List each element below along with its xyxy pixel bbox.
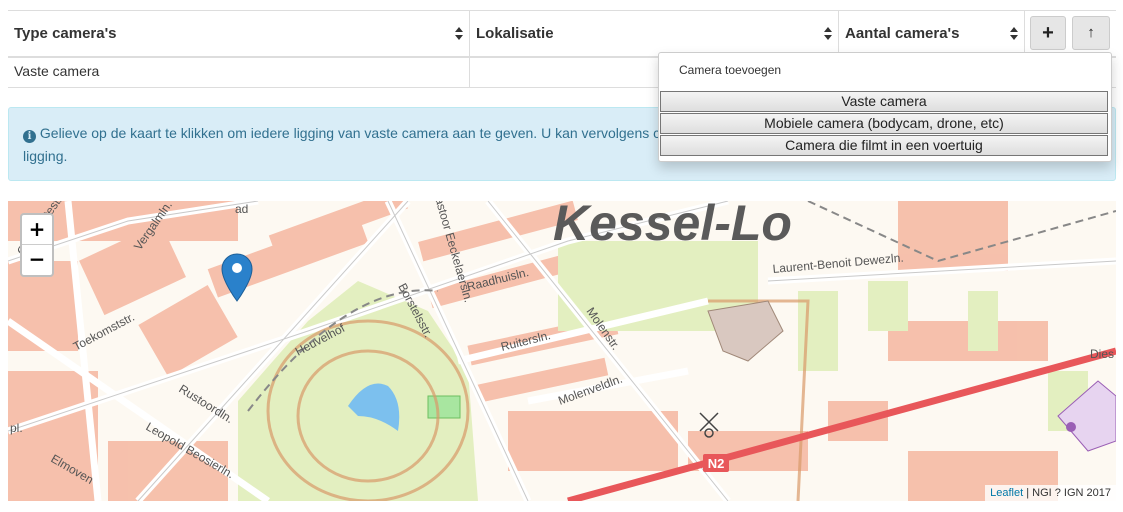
column-header-aantal[interactable]: Aantal camera's [838,11,1024,56]
column-header-label: Aantal camera's [845,25,960,42]
dropdown-header: Camera toevoegen [679,63,782,77]
column-header-type[interactable]: Type camera's [8,11,469,56]
leaflet-link[interactable]: Leaflet [990,487,1023,499]
street-label: pl. [10,421,23,435]
alert-text: Gelieve op de kaart te klikken om iedere… [39,125,661,141]
column-header-actions: + ↑ [1024,11,1116,56]
menu-item-mobiele-camera[interactable]: Mobiele camera (bodycam, drone, etc) [660,113,1108,134]
info-circle-icon: i [23,130,36,143]
map-tiles[interactable]: Heuvelhof Borstelsstr. Pastoor Eeckelaer… [8,201,1116,501]
zoom-in-button[interactable]: + [22,215,52,245]
alert-text-line2: ligging. [23,148,68,164]
table-header-row: Type camera's Lokalisatie Aantal camera'… [8,10,1116,58]
zoom-control: + − [20,213,54,277]
sort-icon [455,27,463,41]
column-header-label: Lokalisatie [476,25,554,42]
sort-icon [1010,27,1018,41]
road-badge: N2 [708,456,725,471]
arrow-up-icon[interactable]: ↑ [1072,16,1110,50]
menu-item-camera-voertuig[interactable]: Camera die filmt in een voertuig [660,135,1108,156]
menu-item-vaste-camera[interactable]: Vaste camera [660,91,1108,112]
street-label: Dies [1090,347,1114,361]
zoom-out-button[interactable]: − [22,245,52,275]
sort-icon [824,27,832,41]
column-header-lokalisatie[interactable]: Lokalisatie [469,11,838,56]
add-camera-dropdown: Camera toevoegen Vaste camera Mobiele ca… [658,52,1112,162]
table-cell-type: Vaste camera [14,63,100,79]
town-label: Kessel-Lo [553,201,792,251]
attribution-text: | NGI ? IGN 2017 [1023,487,1111,499]
add-camera-button[interactable]: + [1030,16,1066,50]
map[interactable]: Heuvelhof Borstelsstr. Pastoor Eeckelaer… [8,201,1116,501]
street-label: ad [235,202,248,216]
buildings [8,201,1058,501]
column-header-label: Type camera's [14,25,117,42]
map-attribution: Leaflet | NGI ? IGN 2017 [985,485,1116,501]
